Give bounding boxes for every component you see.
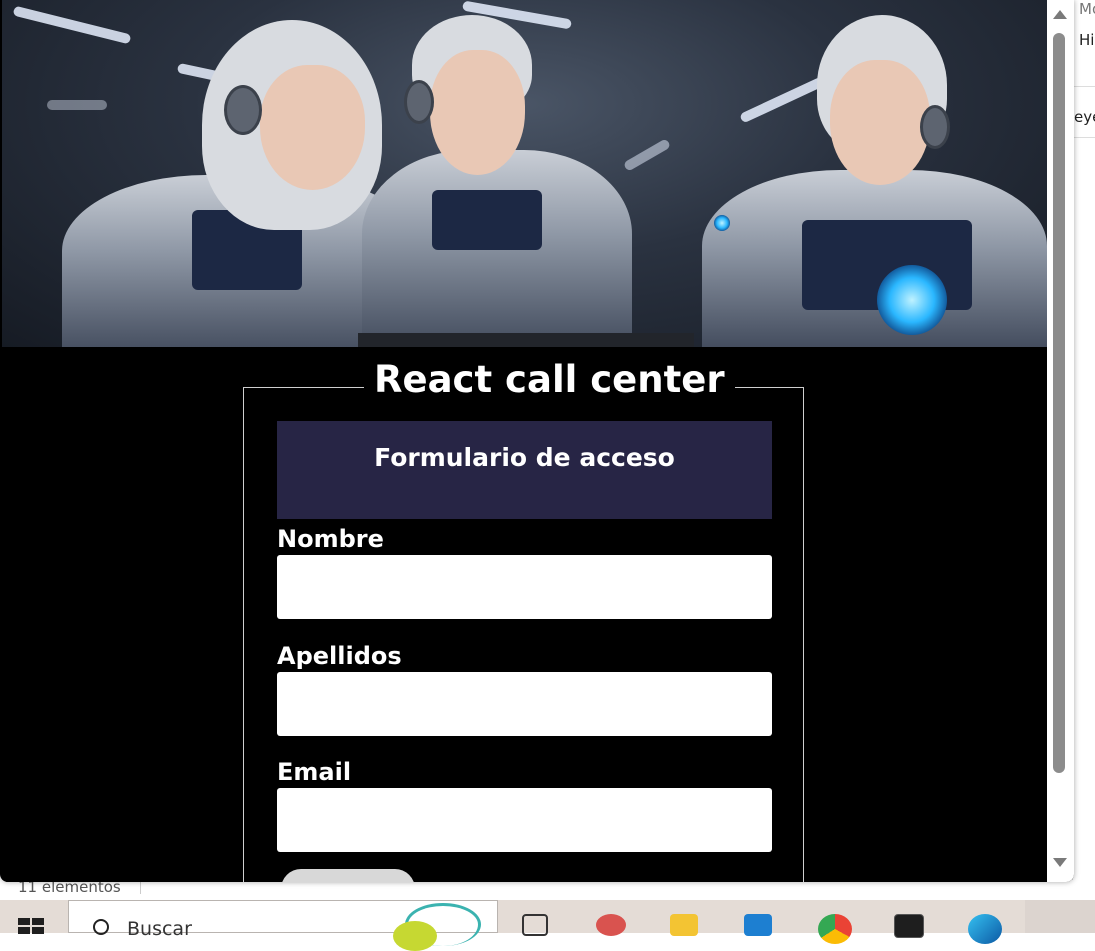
search-highlight-decoration bbox=[393, 921, 437, 951]
divider bbox=[1073, 137, 1095, 138]
page-title: React call center bbox=[364, 358, 735, 402]
form-header: Formulario de acceso bbox=[277, 421, 772, 519]
hero-image bbox=[2, 0, 1047, 347]
vertical-scrollbar[interactable] bbox=[1047, 0, 1074, 882]
page-viewport: React call center Formulario de acceso N… bbox=[2, 0, 1047, 882]
scroll-up-arrow-icon[interactable] bbox=[1053, 10, 1067, 19]
scroll-down-arrow-icon[interactable] bbox=[1053, 858, 1067, 867]
form-title: Formulario de acceso bbox=[374, 443, 675, 472]
search-placeholder: Buscar bbox=[127, 918, 192, 940]
chrome-icon[interactable] bbox=[818, 914, 852, 944]
email-label: Email bbox=[277, 758, 352, 786]
image-caption-band bbox=[358, 333, 694, 347]
background-text: Hi bbox=[1079, 31, 1095, 49]
background-text: eye bbox=[1074, 108, 1095, 126]
terminal-icon[interactable] bbox=[894, 914, 924, 938]
background-status-bar: 11 elementos bbox=[0, 878, 1095, 900]
divider bbox=[1073, 86, 1095, 87]
browser-window: React call center Formulario de acceso N… bbox=[0, 0, 1074, 882]
start-icon[interactable] bbox=[18, 918, 46, 934]
apellidos-input[interactable] bbox=[277, 672, 772, 736]
edge-icon[interactable] bbox=[968, 914, 1002, 944]
background-explorer-panel: Mo Hi eye bbox=[1072, 0, 1095, 900]
taskbar: Buscar bbox=[0, 900, 1095, 951]
submit-button[interactable] bbox=[281, 869, 415, 882]
nombre-label: Nombre bbox=[277, 525, 384, 553]
nombre-input[interactable] bbox=[277, 555, 772, 619]
apellidos-label: Apellidos bbox=[277, 642, 402, 670]
email-input[interactable] bbox=[277, 788, 772, 852]
taskbar-search[interactable]: Buscar bbox=[68, 900, 498, 951]
scrollbar-thumb[interactable] bbox=[1053, 33, 1065, 773]
taskbar-active-region bbox=[1025, 900, 1095, 933]
divider bbox=[140, 880, 141, 894]
background-text: Mo bbox=[1079, 0, 1095, 18]
